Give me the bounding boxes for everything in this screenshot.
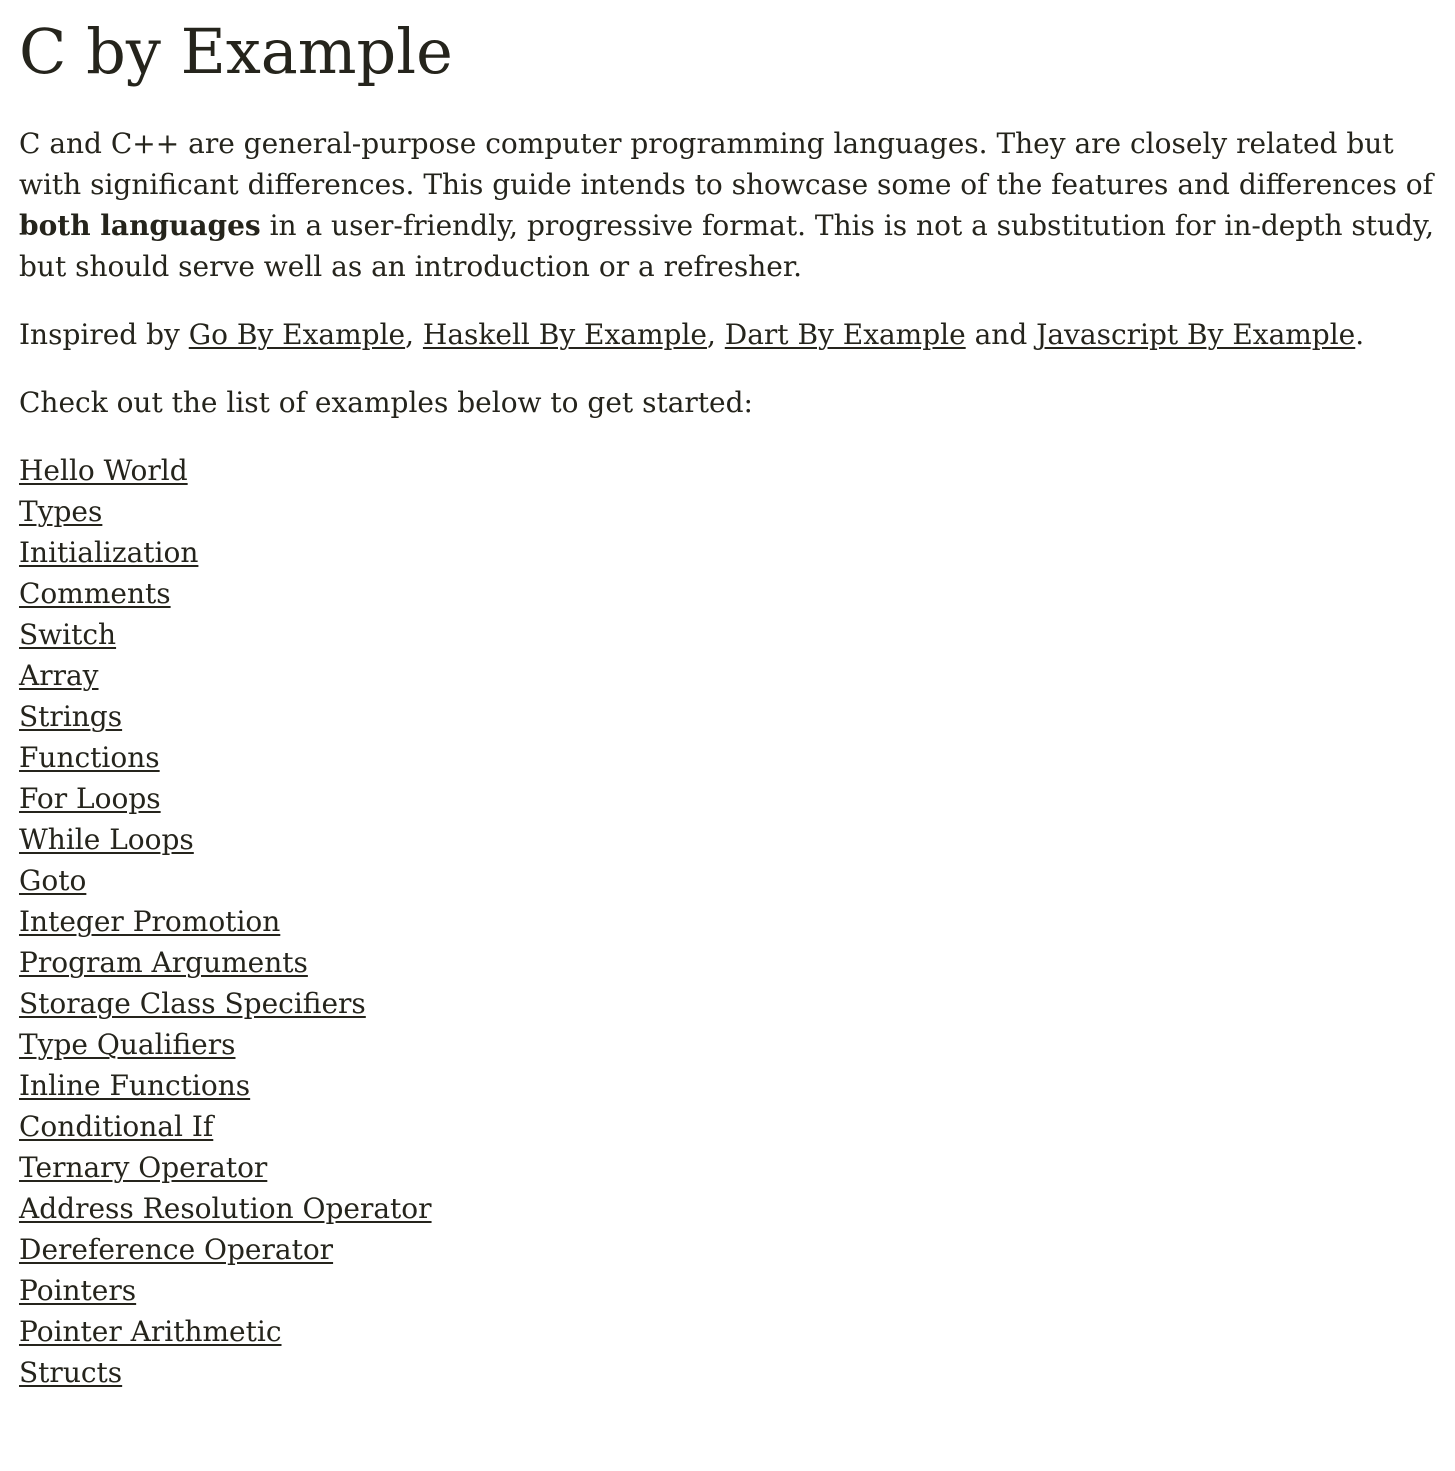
list-item: Functions [19, 737, 1436, 778]
inspired-separator: and [965, 318, 1037, 351]
haskell-by-example-link[interactable]: Haskell By Example [423, 318, 707, 351]
list-item: Strings [19, 696, 1436, 737]
list-item: Inline Functions [19, 1065, 1436, 1106]
example-link-structs[interactable]: Structs [19, 1356, 122, 1389]
inspired-prefix: Inspired by [19, 318, 189, 351]
example-link-array[interactable]: Array [19, 659, 99, 692]
inspired-paragraph: Inspired by Go By Example, Haskell By Ex… [19, 314, 1436, 355]
example-link-inline-functions[interactable]: Inline Functions [19, 1069, 250, 1102]
example-link-strings[interactable]: Strings [19, 700, 122, 733]
list-item: Type Qualifiers [19, 1024, 1436, 1065]
list-item: Pointer Arithmetic [19, 1311, 1436, 1352]
list-item: Hello World [19, 450, 1436, 491]
example-link-switch[interactable]: Switch [19, 618, 116, 651]
list-item: Conditional If [19, 1106, 1436, 1147]
examples-list: Hello World Types Initialization Comment… [19, 450, 1436, 1393]
example-link-functions[interactable]: Functions [19, 741, 160, 774]
intro-paragraph: C and C++ are general-purpose computer p… [19, 123, 1436, 287]
list-item: Program Arguments [19, 942, 1436, 983]
checkout-text: Check out the list of examples below to … [19, 386, 753, 419]
go-by-example-link[interactable]: Go By Example [189, 318, 405, 351]
intro-bold-text: both languages [19, 209, 261, 242]
page-title: C by Example [19, 15, 453, 88]
list-item: Goto [19, 860, 1436, 901]
example-link-address-resolution-operator[interactable]: Address Resolution Operator [19, 1192, 432, 1225]
example-link-initialization[interactable]: Initialization [19, 536, 198, 569]
example-link-while-loops[interactable]: While Loops [19, 823, 194, 856]
list-item: Structs [19, 1352, 1436, 1393]
example-link-comments[interactable]: Comments [19, 577, 171, 610]
example-link-program-arguments[interactable]: Program Arguments [19, 946, 308, 979]
list-item: Pointers [19, 1270, 1436, 1311]
dart-by-example-link[interactable]: Dart By Example [725, 318, 966, 351]
example-link-storage-class-specifiers[interactable]: Storage Class Specifiers [19, 987, 366, 1020]
list-item: Initialization [19, 532, 1436, 573]
example-link-goto[interactable]: Goto [19, 864, 86, 897]
list-item: Array [19, 655, 1436, 696]
inspired-separator: , [706, 318, 725, 351]
example-link-pointers[interactable]: Pointers [19, 1274, 136, 1307]
javascript-by-example-link[interactable]: Javascript By Example [1036, 318, 1355, 351]
example-link-pointer-arithmetic[interactable]: Pointer Arithmetic [19, 1315, 282, 1348]
intro-text-1: C and C++ are general-purpose computer p… [19, 127, 1433, 201]
example-link-types[interactable]: Types [19, 495, 102, 528]
example-link-ternary-operator[interactable]: Ternary Operator [19, 1151, 267, 1184]
list-item: While Loops [19, 819, 1436, 860]
example-link-for-loops[interactable]: For Loops [19, 782, 161, 815]
list-item: For Loops [19, 778, 1436, 819]
list-item: Types [19, 491, 1436, 532]
example-link-conditional-if[interactable]: Conditional If [19, 1110, 213, 1143]
list-item: Dereference Operator [19, 1229, 1436, 1270]
list-item: Address Resolution Operator [19, 1188, 1436, 1229]
list-item: Storage Class Specifiers [19, 983, 1436, 1024]
example-link-integer-promotion[interactable]: Integer Promotion [19, 905, 280, 938]
example-link-dereference-operator[interactable]: Dereference Operator [19, 1233, 333, 1266]
inspired-suffix: . [1355, 318, 1365, 351]
list-item: Ternary Operator [19, 1147, 1436, 1188]
list-item: Integer Promotion [19, 901, 1436, 942]
page-content: C by Example C and C++ are general-purpo… [0, 16, 1455, 1393]
list-item: Switch [19, 614, 1436, 655]
list-item: Comments [19, 573, 1436, 614]
example-link-hello-world[interactable]: Hello World [19, 454, 188, 487]
example-link-type-qualifiers[interactable]: Type Qualifiers [19, 1028, 235, 1061]
inspired-separator: , [405, 318, 423, 351]
